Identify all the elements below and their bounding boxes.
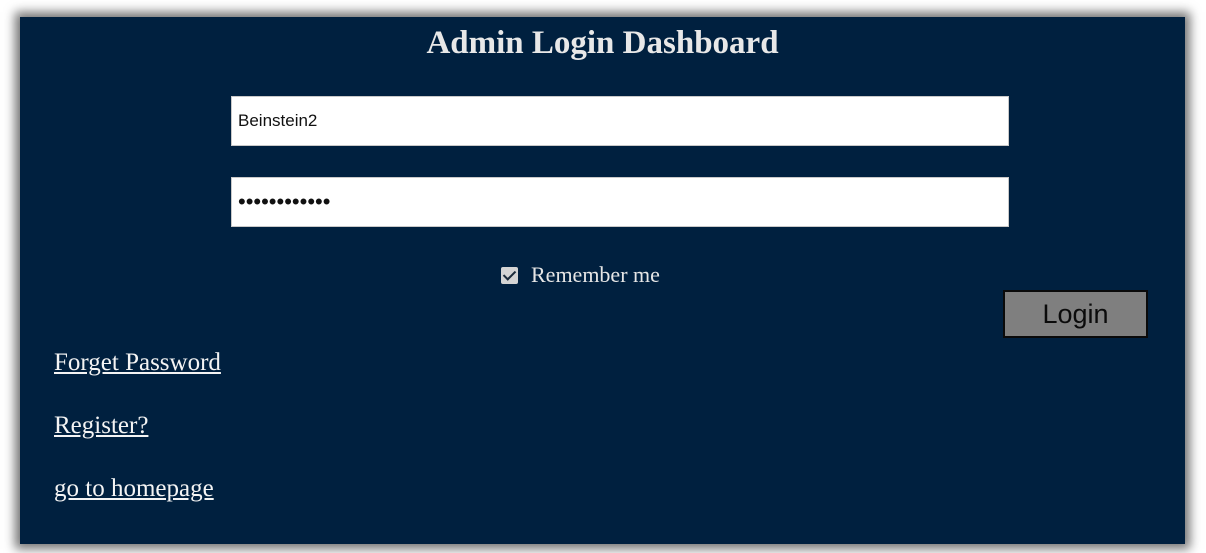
remember-me-row: Remember me [501,261,660,289]
login-button[interactable]: Login [1003,290,1148,338]
login-panel: Admin Login Dashboard Remember me Login … [20,17,1185,544]
remember-me-label[interactable]: Remember me [531,262,660,288]
register-link[interactable]: Register? [54,412,148,440]
username-input[interactable] [231,96,1009,146]
password-input[interactable] [231,177,1009,227]
homepage-link[interactable]: go to homepage [54,475,214,503]
page-title: Admin Login Dashboard [426,25,779,61]
forget-password-link[interactable]: Forget Password [54,349,221,377]
remember-me-checkbox[interactable] [501,266,518,284]
page: Admin Login Dashboard Remember me Login … [0,0,1206,553]
